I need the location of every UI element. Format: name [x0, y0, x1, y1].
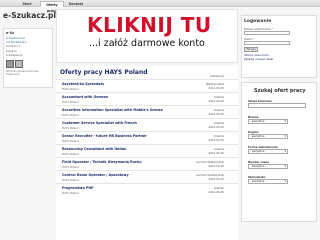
page-title: Oferty pracy HAYS Poland: [60, 69, 148, 76]
job-company: HAYS Poland: [62, 138, 79, 143]
job-title-link[interactable]: Resourcing Consultant with Italian: [62, 147, 126, 151]
table-row[interactable]: Programista PHP HAYS Poland Gdańsk 2012-04-…: [56, 183, 238, 196]
password-input[interactable]: [244, 41, 290, 45]
job-company: HAYS Poland: [62, 99, 79, 104]
column-location: Lokalizacja: [209, 75, 224, 78]
widget-footer: Wtyczka społecznościowa Facebooka: [6, 69, 39, 76]
create-account-link[interactable]: Utwórz nowe konto: [244, 54, 269, 57]
job-company: HAYS Poland: [62, 151, 79, 156]
tab-oferty-pracy[interactable]: Oferty pracy: [40, 1, 64, 13]
job-date: 2012-04-25: [208, 125, 224, 129]
job-title-link[interactable]: Customer Service Specialist with French: [62, 121, 137, 125]
job-title-link[interactable]: Programista PHP: [62, 186, 94, 190]
job-date: 2012-04-25: [208, 190, 224, 194]
reset-password-link[interactable]: Zażądaj nowego hasła: [244, 58, 273, 61]
job-list-panel: Oferty pracy HAYS Poland Lokalizacja Asy…: [56, 66, 238, 240]
login-button[interactable]: Zaloguj: [244, 47, 258, 52]
job-company: HAYS Poland: [62, 190, 79, 195]
username-input[interactable]: [244, 31, 290, 35]
login-heading: Logowanie: [244, 19, 272, 24]
banner-headline: KLIKNIJ TU: [87, 13, 212, 37]
employment-form-select[interactable]: - wszystkie -: [248, 149, 288, 154]
avatar: [6, 59, 14, 68]
job-title-link[interactable]: Accountant with German: [62, 95, 108, 99]
job-company: HAYS Poland: [62, 164, 79, 169]
promo-banner[interactable]: KLIKNIJ TU ...i załóż darmowe konto: [56, 9, 238, 63]
banner-subline: ...i załóż darmowe konto: [89, 38, 205, 49]
job-company: HAYS Poland: [62, 112, 79, 117]
widget-heading: e-Sz: [6, 31, 15, 35]
login-box: Logowanie Nazwa użytkownika: * Hasło: * …: [241, 15, 317, 78]
job-title-link[interactable]: Securities Information Specialist with M…: [62, 108, 163, 112]
job-company: HAYS Poland: [62, 177, 79, 182]
table-row[interactable]: Resourcing Consultant with Italian HAYS P…: [56, 144, 238, 157]
job-title-link[interactable]: Senior Recruiter - future HR Business Pa…: [62, 134, 147, 138]
table-row[interactable]: Accountant with German HAYS Poland Kraków 2…: [56, 92, 238, 105]
tab-kontakt[interactable]: Kontakt: [66, 1, 86, 7]
job-title-link[interactable]: Field Operator / Technik Utrzymania Ruch…: [62, 160, 142, 164]
keyword-input[interactable]: [248, 103, 306, 108]
region-select[interactable]: - wszystkie -: [248, 134, 288, 139]
search-heading: Szukaj ofert pracy: [254, 88, 306, 94]
position-select[interactable]: - wszystkie -: [248, 179, 288, 184]
fan-avatars: [6, 59, 50, 68]
job-company: HAYS Poland: [62, 125, 79, 130]
job-date: 2012-04-25: [208, 86, 224, 90]
facebook-widget: e-Sz e-Szukacz.pl na Facebooku Lubię to!…: [3, 28, 53, 88]
working-time-select[interactable]: - wszystkie -: [248, 164, 288, 169]
table-row[interactable]: Asystent/ka Sprzedaży HAYS Poland Wielkopo…: [56, 79, 238, 92]
table-row[interactable]: Control Room Operator / Aparatowy HAYS Po…: [56, 170, 238, 183]
avatar: [15, 59, 23, 68]
table-row[interactable]: Field Operator / Technik Utrzymania Ruch…: [56, 157, 238, 170]
like-button[interactable]: Lubię to! 1: [6, 44, 50, 49]
job-title-link[interactable]: Control Room Operator / Aparatowy: [62, 173, 129, 177]
job-rows: Asystent/ka Sprzedaży HAYS Poland Wielkopo…: [56, 79, 238, 196]
site-logo[interactable]: e-Szukacz.pl: [3, 11, 56, 20]
job-company: HAYS Poland: [62, 86, 79, 91]
tab-start[interactable]: Start: [18, 1, 36, 7]
job-title-link[interactable]: Asystent/ka Sprzedaży: [62, 82, 104, 86]
job-date: 2012-04-25: [208, 151, 224, 155]
table-row[interactable]: Senior Recruiter - future HR Business Pa…: [56, 131, 238, 144]
table-row[interactable]: Customer Service Specialist with French H…: [56, 118, 238, 131]
job-search-box: Szukaj ofert pracy Słowa kluczowe Branża…: [241, 82, 317, 222]
job-date: 2012-04-25: [208, 112, 224, 116]
like-site: e-Szukacz.pl: [6, 53, 23, 57]
job-date: 2012-04-25: [208, 99, 224, 103]
top-navigation: Start Oferty pracy Kontakt: [0, 0, 320, 13]
job-date: 2012-04-25: [208, 138, 224, 142]
table-row[interactable]: Securities Information Specialist with M…: [56, 105, 238, 118]
job-date: 2012-04-25: [208, 164, 224, 168]
industry-select[interactable]: - wszystkie -: [248, 119, 288, 124]
job-date: 2012-04-25: [208, 177, 224, 181]
